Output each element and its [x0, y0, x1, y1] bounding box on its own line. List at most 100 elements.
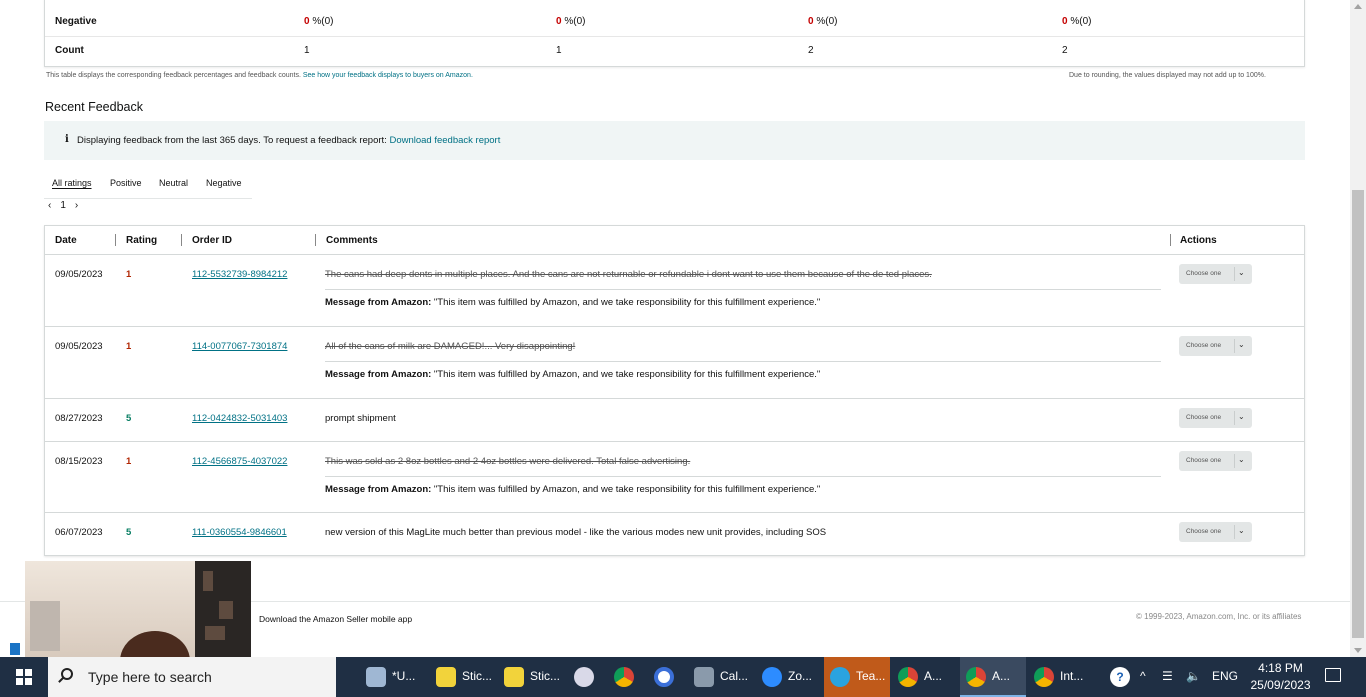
webcam-badge-icon	[10, 643, 20, 655]
taskbar-app[interactable]: Tea...	[824, 657, 890, 697]
info-text: Displaying feedback from the last 365 da…	[77, 135, 501, 146]
order-id-link[interactable]: 112-5532739-8984212	[192, 269, 287, 280]
column-header: Actions	[1180, 235, 1217, 246]
scroll-down-icon[interactable]	[1354, 648, 1362, 653]
table-row: 08/27/2023 5 112-0424832-5031403 prompt …	[45, 399, 1304, 442]
divider	[325, 361, 1161, 362]
download-report-link[interactable]: Download feedback report	[389, 135, 500, 146]
column-header: Date	[55, 235, 77, 246]
column-header: Comments	[326, 235, 378, 246]
paint-icon	[574, 667, 594, 687]
amazon-message: Message from Amazon: "This item was fulf…	[325, 484, 821, 495]
order-id-link[interactable]: 112-0424832-5031403	[192, 413, 287, 424]
summary-cell: 1	[556, 45, 562, 56]
table-row: 09/05/2023 1 112-5532739-8984212 The can…	[45, 255, 1304, 327]
next-page-icon[interactable]: ›	[75, 200, 78, 211]
zoom-icon	[762, 667, 782, 687]
feedback-table: Date Rating Order ID Comments Actions 09…	[44, 225, 1305, 556]
summary-cell: 0 %(0)	[304, 16, 334, 27]
seller-feedback-page: Negative 0 %(0) 0 %(0) 0 %(0) 0 %(0) Cou…	[0, 0, 1350, 657]
taskbar-search[interactable]: Type here to search	[48, 657, 336, 697]
order-id-link[interactable]: 111-0360554-9846601	[192, 527, 287, 538]
action-dropdown[interactable]: Choose one ⌄	[1179, 264, 1252, 284]
table-row: 08/15/2023 1 112-4566875-4037022 This wa…	[45, 442, 1304, 513]
cortana-icon	[654, 667, 674, 687]
taskbar-app[interactable]	[608, 657, 644, 697]
tab-negative[interactable]: Negative	[206, 178, 242, 188]
taskbar-app[interactable]	[648, 657, 684, 697]
amazon-message: Message from Amazon: "This item was fulf…	[325, 369, 821, 380]
feedback-comment: All of the cans of milk are DAMAGED!... …	[325, 341, 576, 352]
order-id-link[interactable]: 114-0077067-7301874	[192, 341, 287, 352]
feedback-rating: 5	[126, 527, 132, 538]
taskbar-app[interactable]: Stic...	[430, 657, 492, 697]
chevron-down-icon: ⌄	[1238, 526, 1245, 535]
order-id-link[interactable]: 112-4566875-4037022	[192, 456, 287, 467]
feedback-comment: The cans had deep dents in multiple plac…	[325, 269, 932, 280]
windows-logo-icon	[16, 669, 32, 685]
clock-date: 25/09/2023	[1250, 678, 1311, 692]
telegram-icon	[830, 667, 850, 687]
tab-positive[interactable]: Positive	[110, 178, 142, 188]
tab-neutral[interactable]: Neutral	[159, 178, 188, 188]
row-label: Count	[55, 45, 84, 56]
notification-icon[interactable]	[1325, 668, 1341, 682]
start-button[interactable]	[0, 657, 48, 697]
column-divider	[1170, 234, 1171, 246]
chrome-icon	[1034, 667, 1054, 687]
scroll-thumb[interactable]	[1352, 190, 1364, 638]
taskbar-app[interactable]: Zo...	[756, 657, 820, 697]
language-indicator[interactable]: ENG	[1212, 669, 1238, 697]
action-dropdown[interactable]: Choose one ⌄	[1179, 408, 1252, 428]
page-number[interactable]: 1	[60, 200, 66, 211]
copyright: © 1999-2023, Amazon.com, Inc. or its aff…	[1136, 612, 1302, 621]
chrome-icon	[898, 667, 918, 687]
network-icon[interactable]: ☰	[1162, 669, 1173, 697]
summary-row-count: Count 1 1 2 2	[45, 37, 1304, 66]
feedback-comment: prompt shipment	[325, 413, 396, 424]
taskbar-app[interactable]	[568, 657, 604, 697]
taskbar-clock[interactable]: 4:18 PM 25/09/2023	[1243, 660, 1318, 694]
amazon-message: Message from Amazon: "This item was fulf…	[325, 297, 821, 308]
taskbar-app[interactable]: Int...	[1028, 657, 1100, 697]
taskbar-app[interactable]: Cal...	[688, 657, 752, 697]
action-dropdown[interactable]: Choose one ⌄	[1179, 451, 1252, 471]
sticky-notes-icon	[504, 667, 524, 687]
info-alert: i Displaying feedback from the last 365 …	[44, 121, 1305, 160]
summary-cell: 0 %(0)	[1062, 16, 1092, 27]
feedback-comment: This was sold as 2 8oz bottles and 2 4oz…	[325, 456, 691, 467]
scroll-up-icon[interactable]	[1354, 4, 1362, 9]
column-divider	[315, 234, 316, 246]
chevron-up-icon[interactable]: ^	[1140, 669, 1146, 697]
taskbar-app[interactable]: A...	[960, 657, 1026, 697]
tab-all-ratings[interactable]: All ratings	[52, 178, 92, 188]
help-icon[interactable]: ?	[1110, 667, 1130, 687]
taskbar-app[interactable]: Stic...	[498, 657, 560, 697]
summary-cell: 2	[808, 45, 814, 56]
mobile-app-link[interactable]: Download the Amazon Seller mobile app	[259, 614, 412, 624]
sticky-notes-icon	[436, 667, 456, 687]
action-dropdown[interactable]: Choose one ⌄	[1179, 522, 1252, 542]
calculator-icon	[694, 667, 714, 687]
feedback-date: 09/05/2023	[55, 341, 103, 352]
summary-cell: 2	[1062, 45, 1068, 56]
rating-tabs: All ratings Positive Neutral Negative	[44, 172, 252, 199]
volume-icon[interactable]: 🔈	[1186, 669, 1201, 697]
feedback-display-link[interactable]: See how your feedback displays to buyers…	[303, 72, 473, 79]
feedback-rating: 1	[126, 269, 132, 280]
summary-cell: 1	[304, 45, 310, 56]
taskbar-app[interactable]: A...	[892, 657, 958, 697]
summary-cell: 0 %(0)	[556, 16, 586, 27]
search-icon	[61, 668, 73, 680]
prev-page-icon[interactable]: ‹	[48, 200, 51, 211]
page-scrollbar[interactable]	[1350, 0, 1366, 657]
taskbar-app[interactable]: *U...	[360, 657, 422, 697]
feedback-rating: 5	[126, 413, 132, 424]
column-header: Order ID	[192, 235, 233, 246]
chevron-down-icon: ⌄	[1238, 340, 1245, 349]
action-dropdown[interactable]: Choose one ⌄	[1179, 336, 1252, 356]
note-text: This table displays the corresponding fe…	[46, 72, 303, 79]
chevron-down-icon: ⌄	[1238, 268, 1245, 277]
feedback-summary-table: Negative 0 %(0) 0 %(0) 0 %(0) 0 %(0) Cou…	[44, 0, 1305, 67]
table-row: 06/07/2023 5 111-0360554-9846601 new ver…	[45, 513, 1304, 555]
